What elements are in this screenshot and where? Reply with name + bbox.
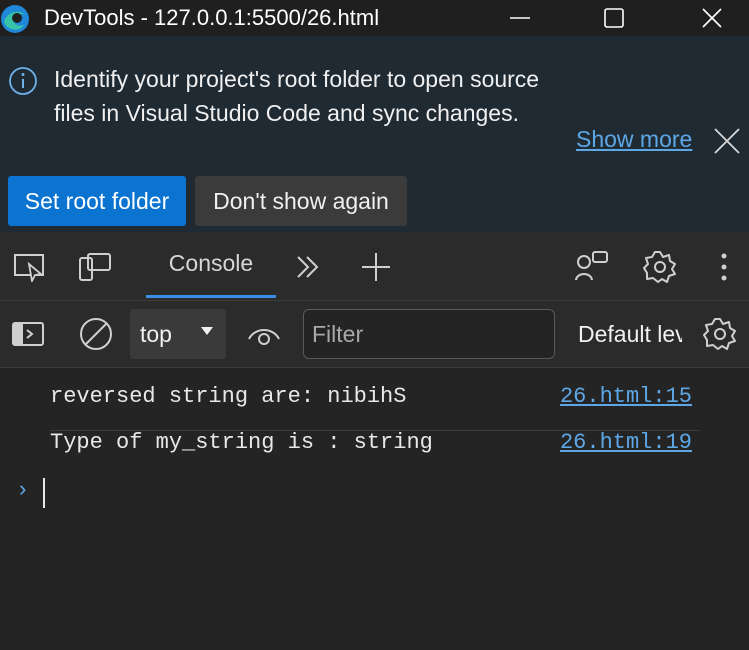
eye-icon xyxy=(248,329,280,345)
menu-icon xyxy=(721,253,727,281)
clear-icon xyxy=(80,318,112,350)
minimize-button[interactable] xyxy=(496,0,544,36)
device-toolbar-icon xyxy=(79,253,111,281)
root-folder-infobar: Identify your project's root folder to o… xyxy=(0,36,749,232)
settings-button[interactable] xyxy=(642,250,678,284)
minimize-icon xyxy=(510,17,530,19)
maximize-button[interactable] xyxy=(590,0,638,36)
feedback-icon xyxy=(575,251,608,281)
add-tab-button[interactable] xyxy=(358,250,394,284)
settings-icon xyxy=(703,318,736,350)
console-settings-button[interactable] xyxy=(702,317,738,351)
set-root-folder-button[interactable]: Set root folder xyxy=(8,176,186,226)
sidebar-icon xyxy=(12,322,44,346)
source-link[interactable]: 26.html:15 xyxy=(560,384,692,409)
show-more-link[interactable]: Show more xyxy=(576,126,692,153)
clear-console-button[interactable] xyxy=(78,317,114,351)
chevron-down-icon xyxy=(201,327,213,335)
add-tab-icon xyxy=(362,253,390,281)
edge-devtools-icon xyxy=(1,5,29,33)
console-toolbar: top Default levels xyxy=(0,301,749,368)
console-message: Type of my_string is : string 26.html:19 xyxy=(50,430,700,476)
log-levels-dropdown[interactable]: Default levels xyxy=(578,321,682,348)
inspect-element-button[interactable] xyxy=(12,250,48,284)
show-sidebar-button[interactable] xyxy=(10,317,46,351)
dont-show-again-button[interactable]: Don't show again xyxy=(195,176,407,226)
inspect-element-icon xyxy=(14,254,44,282)
live-expression-button[interactable] xyxy=(246,317,282,351)
filter-input[interactable] xyxy=(303,309,555,359)
console-input-caret[interactable] xyxy=(43,478,45,508)
device-toolbar-button[interactable] xyxy=(78,250,114,284)
infobar-message: Identify your project's root folder to o… xyxy=(54,66,540,126)
more-menu-button[interactable] xyxy=(706,250,742,284)
close-window-button[interactable] xyxy=(688,0,736,36)
console-output: reversed string are: nibihS 26.html:15 T… xyxy=(0,368,749,650)
title-bar: DevTools - 127.0.0.1:5500/26.html xyxy=(0,0,749,36)
prompt-icon: › xyxy=(16,478,30,503)
maximize-icon xyxy=(604,8,624,28)
source-link[interactable]: 26.html:19 xyxy=(560,430,692,455)
console-message-text: Type of my_string is : string xyxy=(50,430,433,455)
info-icon xyxy=(9,67,37,95)
feedback-button[interactable] xyxy=(574,250,610,284)
console-message: reversed string are: nibihS 26.html:15 xyxy=(50,384,700,431)
devtools-main-toolbar: Console xyxy=(0,232,749,301)
more-tabs-icon xyxy=(297,256,319,278)
context-selector[interactable]: top xyxy=(130,309,226,359)
more-tabs-button[interactable] xyxy=(290,250,326,284)
window-title: DevTools - 127.0.0.1:5500/26.html xyxy=(44,5,380,30)
console-message-text: reversed string are: nibihS xyxy=(50,384,407,409)
tab-console[interactable]: Console xyxy=(146,232,276,298)
close-icon xyxy=(702,8,722,28)
close-infobar-icon[interactable] xyxy=(712,126,742,156)
context-value: top xyxy=(140,320,172,347)
settings-icon xyxy=(643,251,676,283)
